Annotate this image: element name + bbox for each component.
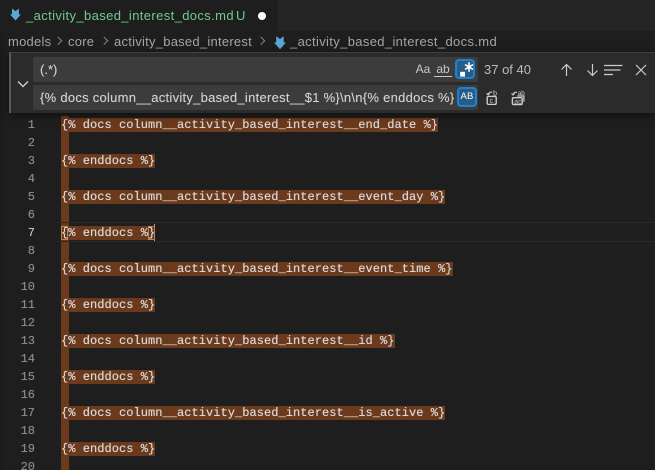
svg-text:c: c bbox=[490, 98, 494, 105]
svg-text:ac: ac bbox=[514, 99, 522, 106]
svg-text:ab: ab bbox=[518, 90, 526, 97]
svg-text:b: b bbox=[493, 90, 497, 97]
